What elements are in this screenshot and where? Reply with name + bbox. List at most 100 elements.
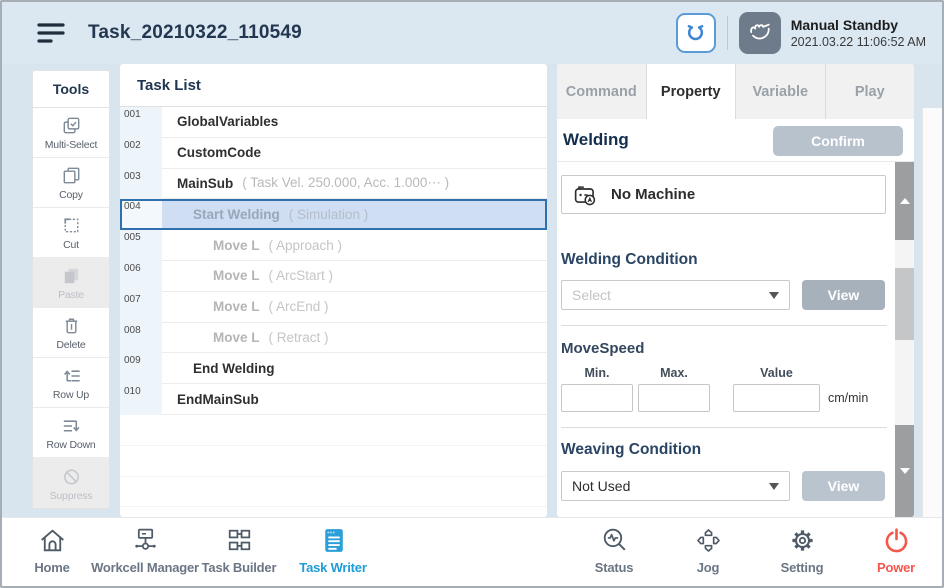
- selected-value: Select: [572, 287, 769, 303]
- menu-button[interactable]: [36, 20, 66, 47]
- tool-cut[interactable]: Cut: [33, 208, 109, 258]
- line-number: 001: [120, 107, 162, 138]
- task-row[interactable]: 009 End Welding: [120, 353, 547, 384]
- command-note: ( ArcEnd ): [269, 299, 329, 314]
- line-number: 008: [120, 323, 162, 354]
- task-row[interactable]: 003 MainSub( Task Vel. 250.000, Acc. 1.0…: [120, 169, 547, 200]
- tab-command[interactable]: Command: [557, 64, 647, 119]
- tool-delete[interactable]: Delete: [33, 308, 109, 358]
- scroll-page-up[interactable]: [895, 162, 914, 240]
- line-number: 010: [120, 384, 162, 415]
- scroll-track[interactable]: [895, 240, 914, 268]
- nav-label: Status: [595, 560, 634, 575]
- tool-suppress: Suppress: [33, 458, 109, 508]
- nav-power[interactable]: Power: [831, 524, 944, 575]
- right-edge-panel: [922, 108, 944, 518]
- section-divider: [561, 427, 887, 428]
- app-frame: Task_20210322_110549 Manual Standby: [0, 0, 944, 588]
- tool-label: Copy: [59, 189, 83, 201]
- status-timestamp: 2021.03.22 11:06:52 AM: [791, 35, 926, 49]
- welding-condition-view-button[interactable]: View: [802, 280, 885, 310]
- tab-variable[interactable]: Variable: [736, 64, 826, 119]
- task-row-selected[interactable]: 004 Start Welding( Simulation ): [120, 199, 547, 230]
- command-name: Move L: [213, 299, 260, 314]
- nav-label: Setting: [781, 560, 824, 575]
- command-name: End Welding: [193, 361, 275, 376]
- cut-icon: [60, 214, 83, 237]
- command-name: GlobalVariables: [177, 114, 278, 129]
- header-separator: [727, 16, 728, 50]
- value-field[interactable]: [733, 384, 820, 412]
- command-note: ( Simulation ): [289, 207, 369, 222]
- machine-selector[interactable]: No Machine: [561, 175, 886, 214]
- scroll-thumb[interactable]: [895, 268, 914, 340]
- command-note: ( ArcStart ): [269, 268, 334, 283]
- robot-mode-label: Manual Standby: [791, 17, 926, 33]
- manual-hand-icon: [746, 19, 774, 47]
- task-row[interactable]: 008 Move L( Retract ): [120, 323, 547, 354]
- line-number: 002: [120, 138, 162, 169]
- welding-condition-select[interactable]: Select: [561, 280, 790, 310]
- scroll-page-down[interactable]: [895, 425, 914, 517]
- task-row[interactable]: 010 EndMainSub: [120, 384, 547, 415]
- welding-condition-row: Select View: [561, 280, 895, 310]
- tool-copy[interactable]: Copy: [33, 158, 109, 208]
- tool-label: Cut: [63, 239, 79, 251]
- power-icon: [880, 524, 913, 557]
- empty-row: [120, 415, 547, 446]
- line-number: 005: [120, 230, 162, 261]
- command-name: Move L: [213, 330, 260, 345]
- line-number: 007: [120, 292, 162, 323]
- tool-label: Delete: [56, 339, 85, 351]
- tab-play[interactable]: Play: [826, 64, 915, 119]
- tool-row-up[interactable]: Row Up: [33, 358, 109, 408]
- line-number: 009: [120, 353, 162, 384]
- header-bar: Task_20210322_110549 Manual Standby: [2, 2, 942, 64]
- weaving-condition-row: Not Used View: [561, 471, 895, 501]
- task-list-title: Task List: [120, 64, 547, 107]
- line-number: 004: [120, 199, 162, 230]
- servo-button[interactable]: [676, 13, 716, 53]
- tool-multi-select[interactable]: Multi-Select: [33, 108, 109, 158]
- weaving-condition-view-button[interactable]: View: [802, 471, 885, 501]
- tool-label: Row Down: [46, 439, 95, 451]
- command-name: EndMainSub: [177, 392, 259, 407]
- copy-icon: [60, 164, 83, 187]
- section-divider: [561, 325, 887, 326]
- confirm-button[interactable]: Confirm: [773, 126, 903, 156]
- command-name: Move L: [213, 268, 260, 283]
- command-note: ( Task Vel. 250.000, Acc. 1.000⋯ ): [242, 175, 449, 191]
- tool-label: Suppress: [50, 490, 93, 502]
- line-number: 003: [120, 169, 162, 200]
- robot-gripper-icon: [682, 20, 709, 47]
- chevron-down-icon: [769, 483, 779, 490]
- paste-icon: [60, 264, 83, 287]
- welding-condition-title: Welding Condition: [561, 251, 895, 269]
- hamburger-icon: [36, 20, 66, 47]
- task-row[interactable]: 006 Move L( ArcStart ): [120, 261, 547, 292]
- task-row[interactable]: 007 Move L ( ArcEnd ): [120, 292, 547, 323]
- min-label: Min.: [561, 366, 633, 380]
- weaving-condition-select[interactable]: Not Used: [561, 471, 790, 501]
- machine-label: No Machine: [611, 186, 695, 203]
- robot-mode-chip[interactable]: Manual Standby 2021.03.22 11:06:52 AM: [739, 12, 926, 54]
- task-row[interactable]: 002 CustomCode: [120, 138, 547, 169]
- speed-unit: cm/min: [828, 391, 868, 405]
- property-header: Welding Confirm: [557, 119, 914, 162]
- command-name: Move L: [213, 238, 260, 253]
- max-field[interactable]: [638, 384, 710, 412]
- task-row[interactable]: 001 GlobalVariables: [120, 107, 547, 138]
- workcell-manager-icon: [129, 524, 162, 557]
- selected-value: Not Used: [572, 478, 769, 494]
- min-field[interactable]: [561, 384, 633, 412]
- task-row[interactable]: 005 Move L( Approach ): [120, 230, 547, 261]
- tool-row-down[interactable]: Row Down: [33, 408, 109, 458]
- row-down-icon: [60, 414, 83, 437]
- nav-task-writer[interactable]: Task Writer: [268, 524, 398, 575]
- property-panel: Command Property Variable Play Welding C…: [557, 64, 914, 517]
- tab-property[interactable]: Property: [647, 64, 737, 119]
- tools-title: Tools: [33, 71, 109, 108]
- scroll-track[interactable]: [895, 340, 914, 425]
- scrollbar: [895, 162, 914, 517]
- chevron-down-icon: [769, 292, 779, 299]
